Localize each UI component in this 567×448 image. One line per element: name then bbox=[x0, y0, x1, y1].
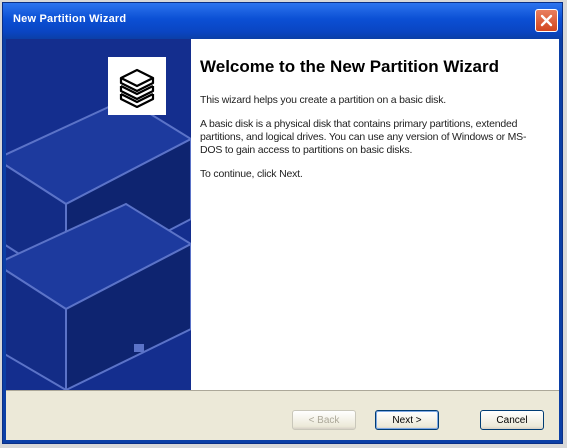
wizard-logo bbox=[108, 57, 166, 115]
wizard-body: Welcome to the New Partition Wizard This… bbox=[6, 39, 559, 440]
wizard-window: New Partition Wizard Welcome to the New … bbox=[2, 2, 563, 444]
welcome-content: Welcome to the New Partition Wizard This… bbox=[200, 57, 540, 192]
continue-text: To continue, click Next. bbox=[200, 168, 303, 180]
close-icon bbox=[540, 14, 553, 27]
cancel-button[interactable]: Cancel bbox=[480, 410, 544, 430]
title-bar[interactable]: New Partition Wizard bbox=[3, 3, 562, 39]
page-title: Welcome to the New Partition Wizard bbox=[200, 57, 499, 76]
disk-stack-icon bbox=[119, 68, 155, 108]
side-panel bbox=[6, 39, 191, 390]
description-text: A basic disk is a physical disk that con… bbox=[200, 118, 527, 156]
intro-text: This wizard helps you create a partition… bbox=[200, 94, 446, 106]
window-title: New Partition Wizard bbox=[13, 13, 127, 25]
back-button[interactable]: < Back bbox=[292, 410, 356, 430]
close-button[interactable] bbox=[535, 9, 558, 32]
button-bar: < Back Next > Cancel bbox=[6, 390, 559, 440]
next-button[interactable]: Next > bbox=[375, 410, 439, 430]
